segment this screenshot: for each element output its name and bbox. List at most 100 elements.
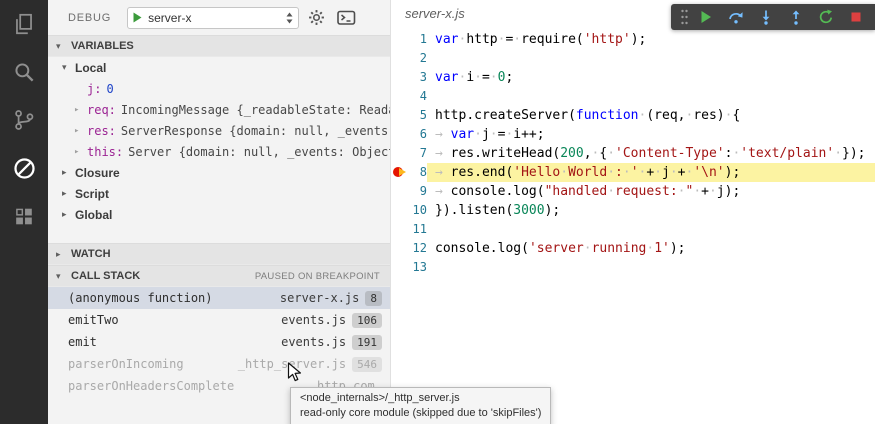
variables-section-header[interactable]: ▾ VARIABLES bbox=[48, 35, 390, 57]
line-number[interactable]: 5 bbox=[407, 106, 427, 125]
line-number[interactable]: 10 bbox=[407, 201, 427, 220]
code-token: → bbox=[435, 144, 451, 163]
code-line-10[interactable]: 10}).listen(3000); bbox=[391, 201, 875, 220]
code-line-8[interactable]: 8→res.end('Hello·World·:·'·+·j·+·'\n'); bbox=[391, 163, 875, 182]
line-number[interactable]: 2 bbox=[407, 49, 427, 68]
debug-console-button[interactable] bbox=[333, 6, 359, 30]
code-line-7[interactable]: 7→res.writeHead(200,·{·'Content-Type':·'… bbox=[391, 144, 875, 163]
code-line-6[interactable]: 6→var·j·=·i++; bbox=[391, 125, 875, 144]
frame-name: (anonymous function) bbox=[68, 291, 280, 305]
variable-req[interactable]: ▸req:IncomingMessage {_readableState: Re… bbox=[48, 99, 390, 120]
watch-section-header[interactable]: ▸ WATCH bbox=[48, 243, 390, 265]
activity-item-search[interactable] bbox=[0, 48, 48, 96]
line-number[interactable]: 3 bbox=[407, 68, 427, 87]
line-number[interactable]: 8 bbox=[407, 163, 427, 182]
code-line-4[interactable]: 4 bbox=[391, 87, 875, 106]
code-token: · bbox=[607, 146, 615, 161]
activity-item-explorer[interactable] bbox=[0, 0, 48, 48]
breakpoint-gutter[interactable] bbox=[391, 49, 407, 68]
drag-handle[interactable] bbox=[677, 8, 691, 26]
continue-icon bbox=[698, 9, 714, 25]
code-line-11[interactable]: 11 bbox=[391, 220, 875, 239]
step-into-icon bbox=[758, 9, 774, 25]
scope-closure[interactable]: ▸Closure bbox=[48, 162, 390, 183]
code-line-5[interactable]: 5http.createServer(function·(req,·res)·{ bbox=[391, 106, 875, 125]
breakpoint-gutter[interactable] bbox=[391, 106, 407, 125]
stop-button[interactable] bbox=[841, 4, 871, 30]
variable-this[interactable]: ▸this:Server {domain: null, _events: Obj… bbox=[48, 141, 390, 162]
scope-global[interactable]: ▸Global bbox=[48, 204, 390, 225]
activity-item-debug[interactable] bbox=[0, 144, 48, 192]
variable-j[interactable]: j:0 bbox=[48, 78, 390, 99]
step-out-button[interactable] bbox=[781, 4, 811, 30]
stack-frame-0[interactable]: (anonymous function)server-x.js8 bbox=[48, 287, 390, 309]
code-line-1[interactable]: 1var·http·=·require('http'); bbox=[391, 30, 875, 49]
code-line-9[interactable]: 9→console.log("handled·request:·"·+·j); bbox=[391, 182, 875, 201]
line-number[interactable]: 7 bbox=[407, 144, 427, 163]
frame-name: parserOnIncoming bbox=[68, 357, 238, 371]
step-into-button[interactable] bbox=[751, 4, 781, 30]
variable-value: Server {domain: null, _events: Object, … bbox=[128, 145, 390, 159]
code-token: · bbox=[474, 70, 482, 85]
code-area[interactable]: 1var·http·=·require('http');23var·i·=·0;… bbox=[391, 30, 875, 277]
code-token: 'http' bbox=[584, 32, 631, 47]
breakpoint-gutter[interactable] bbox=[391, 182, 407, 201]
breakpoint-gutter[interactable] bbox=[391, 87, 407, 106]
code-token: = bbox=[482, 70, 490, 85]
code-token: → bbox=[435, 182, 451, 201]
files-icon bbox=[11, 11, 37, 37]
continue-button[interactable] bbox=[691, 4, 721, 30]
code-token: var bbox=[435, 32, 458, 47]
stack-frame-3[interactable]: parserOnIncoming_http_server.js546 bbox=[48, 353, 390, 375]
callstack-section-header[interactable]: ▾ CALL STACK PAUSED ON BREAKPOINT bbox=[48, 265, 390, 287]
code-line-2[interactable]: 2 bbox=[391, 49, 875, 68]
line-number[interactable]: 1 bbox=[407, 30, 427, 49]
start-debug-icon bbox=[133, 12, 142, 23]
breakpoint-gutter[interactable] bbox=[391, 125, 407, 144]
code-text: →var·j·=·i++; bbox=[427, 125, 875, 144]
code-token: . bbox=[474, 146, 482, 161]
breakpoint-gutter[interactable] bbox=[391, 258, 407, 277]
configure-gear-button[interactable] bbox=[303, 6, 329, 30]
code-token: i bbox=[513, 127, 521, 142]
restart-icon bbox=[818, 9, 834, 25]
line-number[interactable]: 12 bbox=[407, 239, 427, 258]
code-token: ' bbox=[631, 165, 639, 180]
paused-status: PAUSED ON BREAKPOINT bbox=[255, 271, 380, 282]
scope-script[interactable]: ▸Script bbox=[48, 183, 390, 204]
activity-item-extensions[interactable] bbox=[0, 192, 48, 240]
restart-button[interactable] bbox=[811, 4, 841, 30]
line-number[interactable]: 13 bbox=[407, 258, 427, 277]
breakpoint-gutter[interactable] bbox=[391, 239, 407, 258]
frame-line-badge: 546 bbox=[352, 357, 382, 372]
line-number[interactable]: 11 bbox=[407, 220, 427, 239]
code-line-3[interactable]: 3var·i·=·0; bbox=[391, 68, 875, 87]
git-branch-icon bbox=[11, 107, 37, 133]
variables-tree: ▾Localj:0▸req:IncomingMessage {_readable… bbox=[48, 57, 390, 225]
breakpoint-gutter[interactable] bbox=[391, 144, 407, 163]
code-token: . bbox=[490, 241, 498, 256]
breakpoint-gutter[interactable] bbox=[391, 220, 407, 239]
step-over-button[interactable] bbox=[721, 4, 751, 30]
line-number[interactable]: 9 bbox=[407, 182, 427, 201]
scope-local[interactable]: ▾Local bbox=[48, 57, 390, 78]
launch-config-select[interactable]: server-x bbox=[127, 7, 299, 29]
breakpoint-gutter[interactable] bbox=[391, 163, 407, 182]
code-token: writeHead bbox=[482, 146, 552, 161]
chevron-expanded-icon: ▾ bbox=[62, 62, 75, 73]
breakpoint-gutter[interactable] bbox=[391, 201, 407, 220]
code-token: j bbox=[482, 127, 490, 142]
code-line-13[interactable]: 13 bbox=[391, 258, 875, 277]
frame-file: server-x.js bbox=[280, 291, 359, 305]
breakpoint-gutter[interactable] bbox=[391, 68, 407, 87]
code-line-12[interactable]: 12console.log('server·running·1'); bbox=[391, 239, 875, 258]
stack-frame-1[interactable]: emitTwoevents.js106 bbox=[48, 309, 390, 331]
activity-item-source-control[interactable] bbox=[0, 96, 48, 144]
code-text: →res.writeHead(200,·{·'Content-Type':·'t… bbox=[427, 144, 875, 163]
line-number[interactable]: 6 bbox=[407, 125, 427, 144]
variable-res[interactable]: ▸res:ServerResponse {domain: null, _even… bbox=[48, 120, 390, 141]
code-token: res bbox=[693, 108, 716, 123]
line-number[interactable]: 4 bbox=[407, 87, 427, 106]
stack-frame-2[interactable]: emitevents.js191 bbox=[48, 331, 390, 353]
breakpoint-gutter[interactable] bbox=[391, 30, 407, 49]
